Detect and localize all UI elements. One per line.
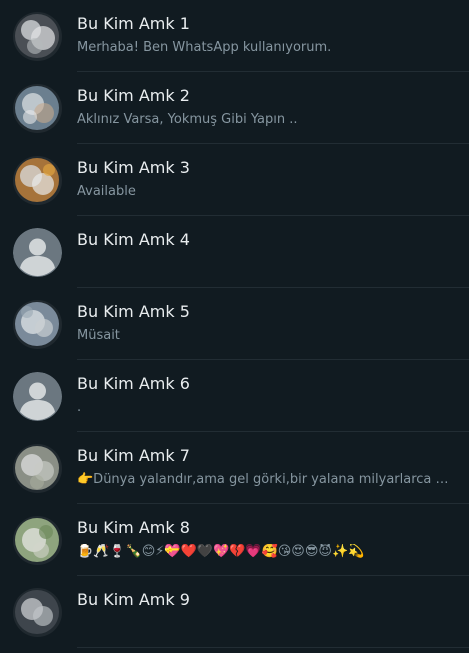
- contact-avatar-blurred: [13, 300, 62, 349]
- contact-name: Bu Kim Amk 4: [77, 230, 190, 249]
- contact-name: Bu Kim Amk 1: [77, 14, 190, 33]
- contact-info: Bu Kim Amk 1 Merhaba! Ben WhatsApp kulla…: [77, 0, 469, 72]
- contact-row-9[interactable]: Bu Kim Amk 9: [0, 576, 469, 648]
- default-avatar-icon: [13, 372, 62, 421]
- contact-list: Bu Kim Amk 1 Merhaba! Ben WhatsApp kulla…: [0, 0, 469, 648]
- contact-avatar-blurred: [13, 12, 62, 61]
- contact-status: Müsait: [77, 328, 120, 343]
- contact-row-2[interactable]: Bu Kim Amk 2 Aklınız Varsa, Yokmuş Gibi …: [0, 72, 469, 144]
- contact-name: Bu Kim Amk 6: [77, 374, 190, 393]
- contact-name: Bu Kim Amk 8: [77, 518, 190, 537]
- contact-row-7[interactable]: Bu Kim Amk 7 👉Dünya yalandır,ama gel gör…: [0, 432, 469, 504]
- contact-name: Bu Kim Amk 9: [77, 590, 190, 609]
- contact-info: Bu Kim Amk 2 Aklınız Varsa, Yokmuş Gibi …: [77, 72, 469, 144]
- contact-status: Aklınız Varsa, Yokmuş Gibi Yapın ..: [77, 112, 298, 127]
- contact-name: Bu Kim Amk 2: [77, 86, 190, 105]
- contact-avatar-blurred: [13, 444, 62, 493]
- contact-info: Bu Kim Amk 3 Available: [77, 144, 469, 216]
- contact-row-5[interactable]: Bu Kim Amk 5 Müsait: [0, 288, 469, 360]
- contact-info: Bu Kim Amk 4: [77, 216, 469, 288]
- contact-status: 🍺🥂🍷🍾😊⚡💝❤️🖤💖💔💗🥰😘😍😎😈✨💫: [77, 544, 365, 559]
- contact-row-6[interactable]: Bu Kim Amk 6 .: [0, 360, 469, 432]
- default-avatar-icon: [13, 228, 62, 277]
- contact-row-1[interactable]: Bu Kim Amk 1 Merhaba! Ben WhatsApp kulla…: [0, 0, 469, 72]
- contact-status: 👉Dünya yalandır,ama gel görki,bir yalana…: [77, 472, 449, 487]
- contact-avatar-blurred: [13, 588, 62, 637]
- contact-name: Bu Kim Amk 5: [77, 302, 190, 321]
- contact-name: Bu Kim Amk 3: [77, 158, 190, 177]
- contact-row-3[interactable]: Bu Kim Amk 3 Available: [0, 144, 469, 216]
- contact-info: Bu Kim Amk 5 Müsait: [77, 288, 469, 360]
- contact-avatar-blurred: [13, 84, 62, 133]
- contact-name: Bu Kim Amk 7: [77, 446, 190, 465]
- contact-status: Available: [77, 184, 136, 199]
- contact-info: Bu Kim Amk 7 👉Dünya yalandır,ama gel gör…: [77, 432, 469, 504]
- contact-info: Bu Kim Amk 6 .: [77, 360, 469, 432]
- contact-status: .: [77, 400, 82, 415]
- contact-status: Merhaba! Ben WhatsApp kullanıyorum.: [77, 40, 332, 55]
- contact-avatar-blurred: [13, 156, 62, 205]
- contact-info: Bu Kim Amk 9: [77, 576, 469, 648]
- contact-avatar-blurred: [13, 516, 62, 565]
- contact-row-8[interactable]: Bu Kim Amk 8 🍺🥂🍷🍾😊⚡💝❤️🖤💖💔💗🥰😘😍😎😈✨💫: [0, 504, 469, 576]
- contact-info: Bu Kim Amk 8 🍺🥂🍷🍾😊⚡💝❤️🖤💖💔💗🥰😘😍😎😈✨💫: [77, 504, 469, 576]
- contact-row-4[interactable]: Bu Kim Amk 4: [0, 216, 469, 288]
